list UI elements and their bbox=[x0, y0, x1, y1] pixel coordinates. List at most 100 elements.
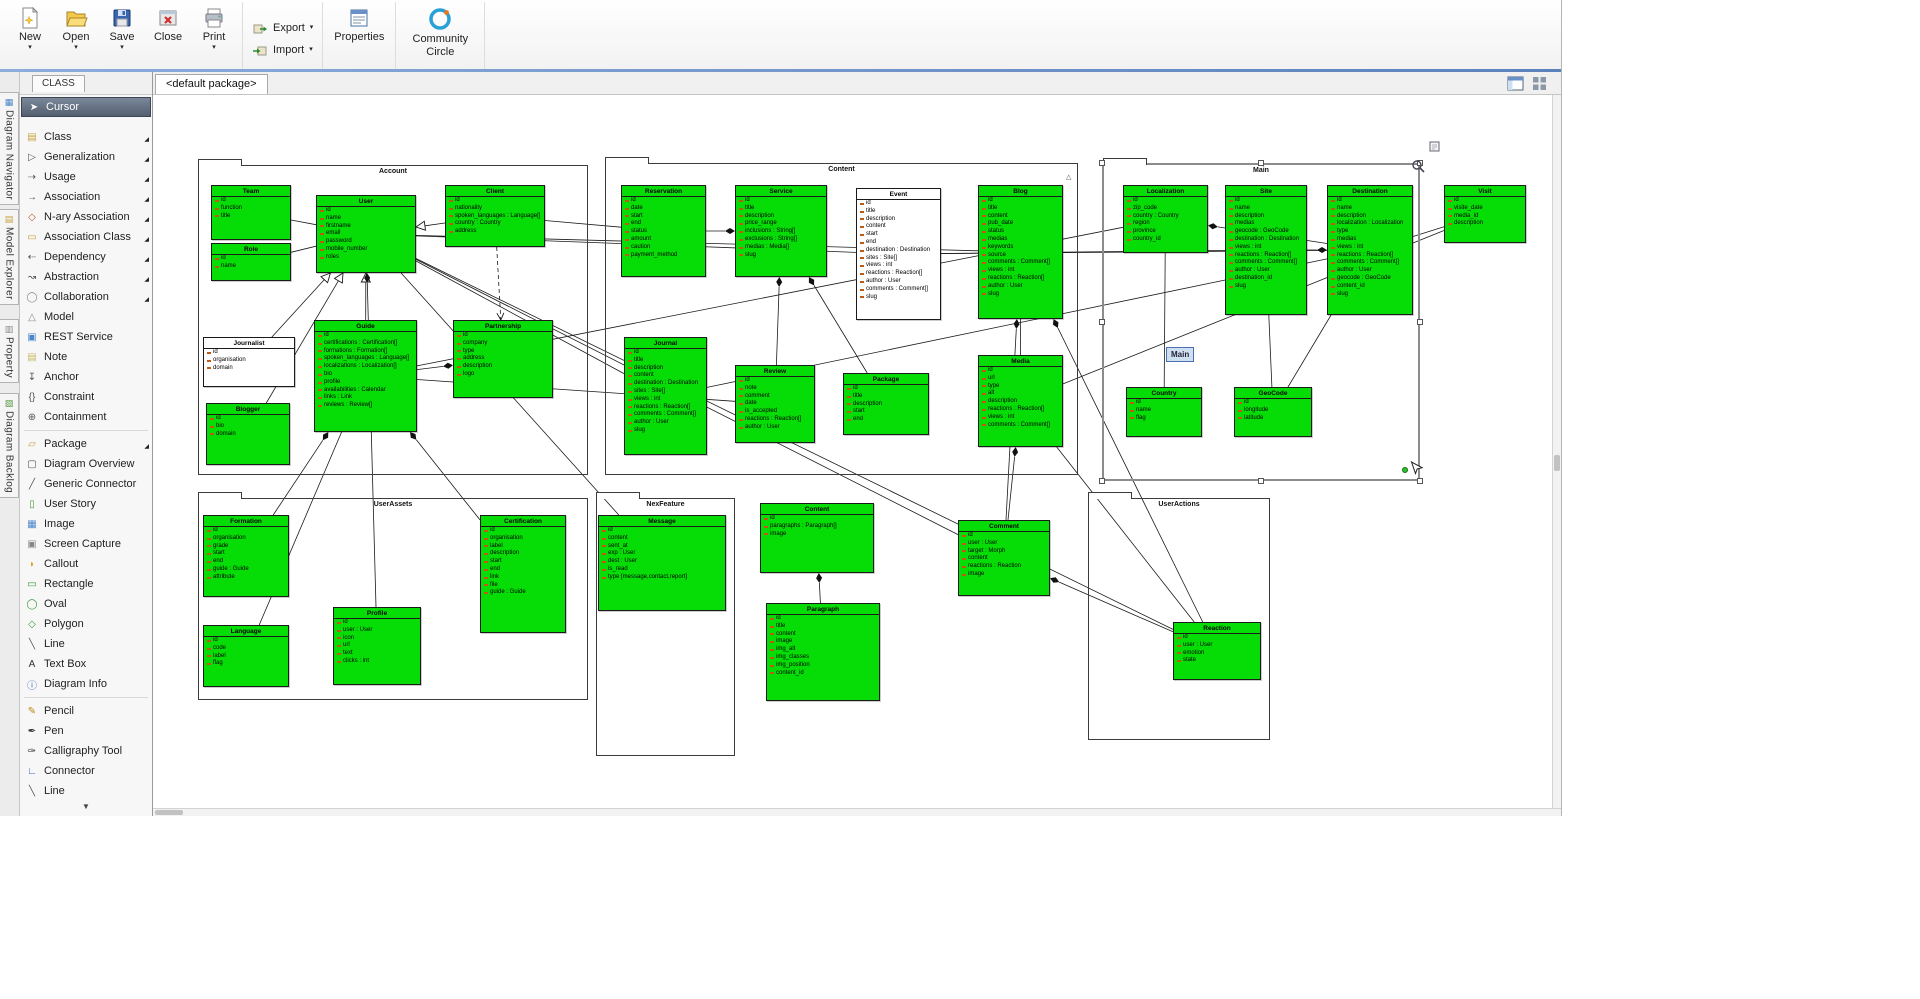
palette-item-rest-service[interactable]: ▣REST Service bbox=[20, 327, 152, 347]
magnifier-icon[interactable] bbox=[1411, 159, 1425, 173]
class-blog[interactable]: Blogidtitlecontentpub_datestatusmediaske… bbox=[978, 185, 1063, 319]
class-role[interactable]: Roleidname bbox=[211, 243, 291, 281]
chevron-down-icon[interactable]: ▾ bbox=[74, 44, 78, 51]
palette-item-connector[interactable]: ∟Connector bbox=[20, 761, 152, 781]
class-formation[interactable]: Formationidorganisationgradestartendguid… bbox=[203, 515, 289, 597]
class-country[interactable]: Countryidnameflag bbox=[1126, 387, 1202, 437]
palette-item-callout[interactable]: ◗Callout bbox=[20, 554, 152, 574]
import-button[interactable]: Import ▾ bbox=[248, 39, 317, 61]
class-visit[interactable]: Visitidvisite_datemedia_iddescription bbox=[1444, 185, 1526, 243]
palette-item-line[interactable]: ╲Line bbox=[20, 634, 152, 654]
grid-view-icon[interactable] bbox=[1532, 76, 1547, 91]
class-certification[interactable]: Certificationidorganisationlabeldescript… bbox=[480, 515, 566, 633]
palette-item-association-class[interactable]: ▭Association Class◢ bbox=[20, 227, 152, 247]
class-team[interactable]: Teamidfunctiontitle bbox=[211, 185, 291, 240]
side-tab-diagram-navigator[interactable]: ▦Diagram Navigator bbox=[0, 92, 19, 205]
class-event[interactable]: Eventidtitledescriptioncontentstartendde… bbox=[856, 188, 941, 320]
class-destination[interactable]: Destinationidnamedescriptionlocalization… bbox=[1327, 185, 1413, 315]
palette-item-pen[interactable]: ✒Pen bbox=[20, 721, 152, 741]
palette-category-tab[interactable]: CLASS bbox=[32, 75, 85, 92]
class-content[interactable]: Contentidparagraphs : Paragraph[]image bbox=[760, 503, 874, 573]
class-reservation[interactable]: Reservationiddatestartendstatusamountcau… bbox=[621, 185, 706, 277]
side-tab-model-explorer[interactable]: ▤Model Explorer bbox=[0, 209, 19, 305]
palette-item-text-box[interactable]: AText Box bbox=[20, 654, 152, 674]
palette-item-calligraphy-tool[interactable]: ✑Calligraphy Tool bbox=[20, 741, 152, 761]
class-partnership[interactable]: Partnershipidcompanytypeaddressdescripti… bbox=[453, 320, 553, 398]
diagram-tab[interactable]: <default package> bbox=[155, 74, 268, 94]
horizontal-scrollbar-thumb[interactable] bbox=[155, 810, 183, 815]
class-client[interactable]: Clientidnationalityspoken_languages : La… bbox=[445, 185, 545, 247]
palette-item-rectangle[interactable]: ▭Rectangle bbox=[20, 574, 152, 594]
palette-item-abstraction[interactable]: ↝Abstraction◢ bbox=[20, 267, 152, 287]
side-tab-diagram-backlog[interactable]: ▧Diagram Backlog bbox=[0, 393, 19, 498]
class-user[interactable]: Useridnamefirstnameemailpasswordmobile_n… bbox=[316, 195, 416, 273]
selection-handle[interactable] bbox=[1417, 478, 1423, 484]
package-useractions[interactable]: UserActions bbox=[1088, 498, 1270, 740]
close-button[interactable]: Close bbox=[145, 4, 191, 45]
palette-item-pencil[interactable]: ✎Pencil bbox=[20, 701, 152, 721]
palette-item-line[interactable]: ╲Line bbox=[20, 781, 152, 801]
chevron-down-icon[interactable]: ▾ bbox=[120, 44, 124, 51]
export-button[interactable]: Export ▾ bbox=[248, 17, 317, 39]
class-journal[interactable]: Journalidtitledescriptioncontentdestinat… bbox=[624, 337, 707, 455]
palette-item-note[interactable]: ▤Note bbox=[20, 347, 152, 367]
main-package-label[interactable]: Main bbox=[1166, 347, 1194, 362]
class-site[interactable]: Siteidnamedescriptionmediasgeocode : Geo… bbox=[1225, 185, 1307, 315]
class-paragraph[interactable]: Paragraphidtitlecontentimageimg_altimg_c… bbox=[766, 603, 880, 701]
class-review[interactable]: Reviewidnotecommentdateis_acceptedreacti… bbox=[735, 365, 815, 443]
palette-item-association[interactable]: →Association◢ bbox=[20, 187, 152, 207]
class-package[interactable]: Packageidtitledescriptionstartend bbox=[843, 373, 929, 435]
selection-handle[interactable] bbox=[1099, 478, 1105, 484]
palette-item-generalization[interactable]: ▷Generalization◢ bbox=[20, 147, 152, 167]
palette-scroll-down-button[interactable]: ▼ bbox=[20, 802, 152, 811]
class-blogger[interactable]: Bloggeridbiodomain bbox=[206, 403, 290, 465]
palette-item-n-ary-association[interactable]: ◇N-ary Association◢ bbox=[20, 207, 152, 227]
class-media[interactable]: Mediaidurltypealtdescriptionreactions : … bbox=[978, 355, 1063, 447]
chevron-down-icon[interactable]: ▾ bbox=[212, 44, 216, 51]
selection-handle[interactable] bbox=[1099, 160, 1105, 166]
palette-item-polygon[interactable]: ◇Polygon bbox=[20, 614, 152, 634]
selection-handle[interactable] bbox=[1099, 319, 1105, 325]
show-panel-icon[interactable] bbox=[1507, 76, 1524, 91]
palette-item-collaboration[interactable]: ◯Collaboration◢ bbox=[20, 287, 152, 307]
chevron-down-icon[interactable]: ▾ bbox=[28, 44, 32, 51]
palette-item-cursor[interactable]: ➤ Cursor bbox=[21, 97, 151, 117]
chevron-down-icon[interactable]: ▾ bbox=[310, 24, 314, 31]
palette-item-oval[interactable]: ◯Oval bbox=[20, 594, 152, 614]
palette-item-usage[interactable]: ⇢Usage◢ bbox=[20, 167, 152, 187]
chevron-down-icon[interactable]: ▾ bbox=[309, 46, 313, 53]
class-reaction[interactable]: Reactioniduser : Useremotionstate bbox=[1173, 622, 1261, 680]
palette-item-image[interactable]: ▦Image bbox=[20, 514, 152, 534]
new-button[interactable]: New ▾ bbox=[7, 4, 53, 53]
class-localization[interactable]: Localizationidzip_codecountry : Countryr… bbox=[1123, 185, 1208, 253]
palette-item-constraint[interactable]: {}Constraint bbox=[20, 387, 152, 407]
class-comment[interactable]: Commentiduser : Usertarget : Morphconten… bbox=[958, 520, 1050, 596]
class-profile[interactable]: Profileiduser : Usericonurltextclicks : … bbox=[333, 607, 421, 685]
palette-item-diagram-overview[interactable]: ▢Diagram Overview bbox=[20, 454, 152, 474]
palette-item-class[interactable]: ▤Class◢ bbox=[20, 127, 152, 147]
resize-handle-dot[interactable] bbox=[1402, 467, 1408, 473]
palette-item-containment[interactable]: ⊕Containment bbox=[20, 407, 152, 427]
class-journalist[interactable]: Journalistidorganisationdomain bbox=[203, 337, 295, 387]
selection-handle[interactable] bbox=[1417, 319, 1423, 325]
class-guide[interactable]: Guideidcertifications : Certification[]f… bbox=[314, 320, 417, 432]
class-service[interactable]: Serviceidtitledescriptionprice_rangeincl… bbox=[735, 185, 827, 277]
horizontal-scrollbar[interactable] bbox=[153, 808, 1561, 816]
save-button[interactable]: Save ▾ bbox=[99, 4, 145, 53]
palette-item-model[interactable]: △Model bbox=[20, 307, 152, 327]
palette-item-dependency[interactable]: ⇠Dependency◢ bbox=[20, 247, 152, 267]
properties-button[interactable]: Properties bbox=[328, 4, 390, 45]
class-geocode[interactable]: GeoCodeidlongitudelatitude bbox=[1234, 387, 1312, 437]
collapse-marker-icon[interactable]: △ bbox=[1066, 173, 1071, 181]
palette-item-package[interactable]: ▱Package◢ bbox=[20, 434, 152, 454]
open-button[interactable]: Open ▾ bbox=[53, 4, 99, 53]
vertical-scrollbar[interactable] bbox=[1552, 95, 1561, 808]
palette-item-anchor[interactable]: ↧Anchor bbox=[20, 367, 152, 387]
diagram-canvas[interactable]: Main △ AccountContentMainUserAssetsNexFe… bbox=[153, 95, 1552, 808]
vertical-scrollbar-thumb[interactable] bbox=[1554, 455, 1560, 471]
selection-handle[interactable] bbox=[1258, 478, 1264, 484]
class-language[interactable]: Languageidcodelabelflag bbox=[203, 625, 289, 687]
palette-item-diagram-info[interactable]: ⓘDiagram Info bbox=[20, 674, 152, 694]
selection-handle[interactable] bbox=[1258, 160, 1264, 166]
print-button[interactable]: Print ▾ bbox=[191, 4, 237, 53]
